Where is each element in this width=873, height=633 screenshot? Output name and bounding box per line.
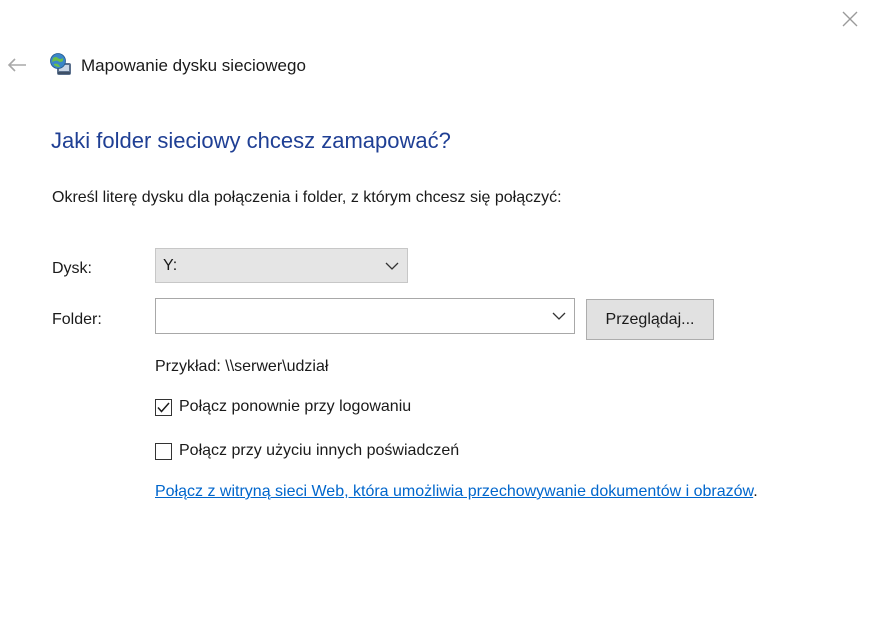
back-button[interactable]: [4, 54, 30, 76]
drive-letter-select[interactable]: Y:: [155, 248, 408, 283]
other-credentials-label: Połącz przy użyciu innych poświadczeń: [179, 442, 460, 459]
drive-label: Dysk:: [52, 260, 92, 277]
folder-input[interactable]: [156, 301, 574, 331]
web-storage-link[interactable]: Połącz z witryną sieci Web, która umożli…: [155, 483, 753, 500]
example-path-text: Przykład: \\serwer\udział: [155, 358, 329, 375]
browse-button[interactable]: Przeglądaj...: [586, 299, 714, 340]
back-arrow-icon: [7, 58, 26, 72]
page-heading: Jaki folder sieciowy chcesz zamapować?: [51, 128, 451, 153]
drive-letter-value: Y:: [163, 256, 178, 274]
reconnect-checkbox-row[interactable]: Połącz ponownie przy logowaniu: [155, 398, 411, 416]
web-link-suffix: .: [753, 483, 758, 500]
folder-label: Folder:: [52, 311, 102, 328]
close-icon: [842, 11, 858, 27]
window-title: Mapowanie dysku sieciowego: [81, 56, 306, 75]
map-network-drive-window: Mapowanie dysku sieciowego Jaki folder s…: [0, 0, 873, 633]
checkmark-icon: [157, 402, 170, 413]
reconnect-label: Połącz ponownie przy logowaniu: [179, 398, 412, 415]
chevron-down-icon[interactable]: [552, 311, 566, 321]
other-credentials-checkbox-row[interactable]: Połącz przy użyciu innych poświadczeń: [155, 442, 459, 460]
network-drive-icon: [49, 52, 75, 78]
web-link-row: Połącz z witryną sieci Web, która umożli…: [155, 483, 758, 501]
folder-combobox[interactable]: [155, 298, 575, 334]
chevron-down-icon: [385, 262, 399, 270]
reconnect-checkbox[interactable]: [155, 398, 172, 416]
close-button[interactable]: [836, 6, 864, 32]
other-credentials-checkbox[interactable]: [155, 442, 172, 460]
instruction-text: Określ literę dysku dla połączenia i fol…: [52, 189, 562, 206]
